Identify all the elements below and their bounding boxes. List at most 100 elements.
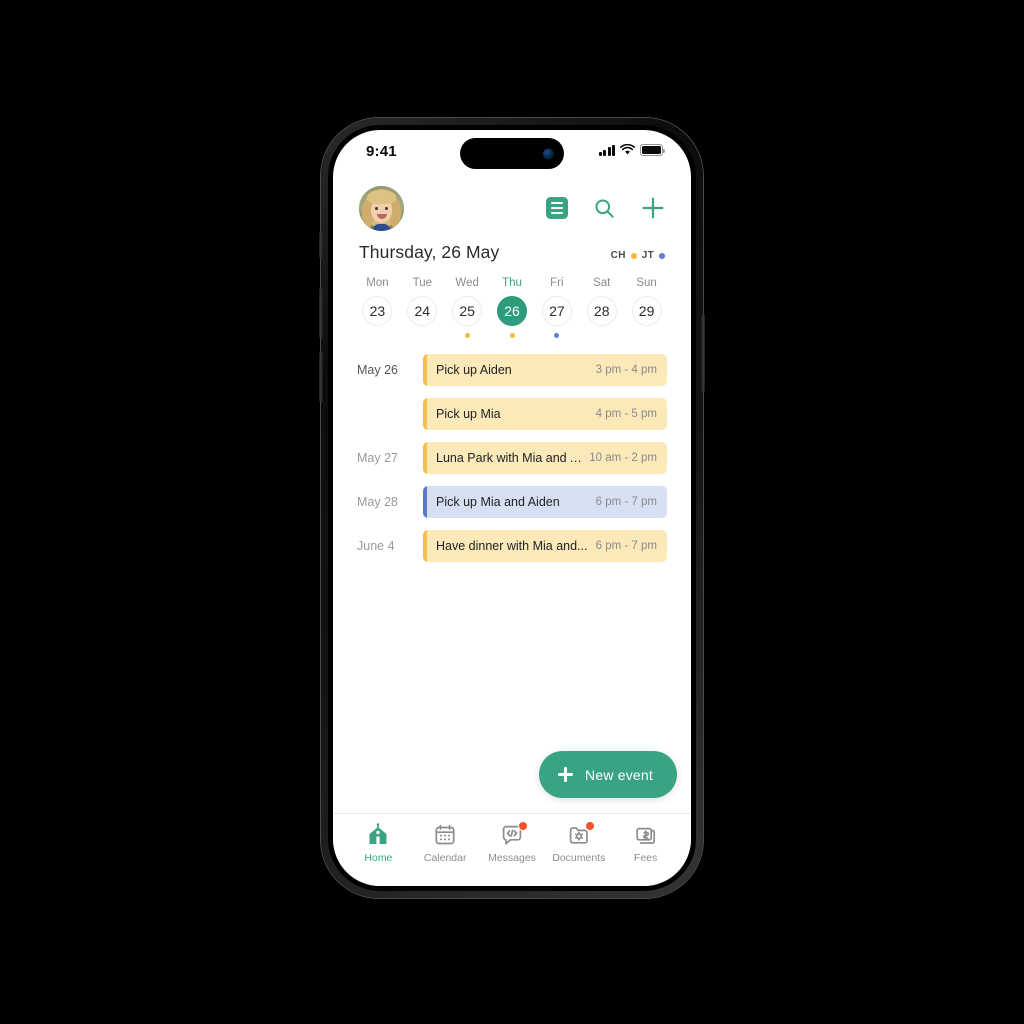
event-chip[interactable]: Pick up Aiden 3 pm - 4 pm — [423, 354, 667, 386]
calendar-icon — [432, 823, 458, 847]
nav-item-fees[interactable]: Fees — [612, 814, 679, 886]
header-actions — [546, 196, 665, 220]
event-title: Pick up Aiden — [436, 363, 512, 377]
nav-item-calendar[interactable]: Calendar — [412, 814, 479, 886]
plus-icon[interactable] — [641, 196, 665, 220]
day-number: 23 — [362, 296, 393, 326]
day-cell-sat[interactable]: Sat 28 — [579, 277, 624, 338]
home-icon — [365, 823, 391, 847]
event-chip[interactable]: Pick up Mia and Aiden 6 pm - 7 pm — [423, 486, 667, 518]
silent-switch-button[interactable] — [319, 232, 323, 258]
day-number: 24 — [407, 296, 438, 326]
event-time: 3 pm - 4 pm — [595, 364, 657, 376]
day-event-dot — [509, 333, 515, 338]
notification-badge — [584, 821, 595, 831]
event-time: 4 pm - 5 pm — [595, 408, 657, 420]
nav-item-documents[interactable]: Documents — [545, 814, 612, 886]
list-icon[interactable] — [546, 197, 568, 219]
volume-down-button[interactable] — [319, 352, 323, 402]
day-cell-wed[interactable]: Wed 25 — [445, 277, 490, 338]
nav-item-label: Home — [364, 852, 393, 864]
event-time: 6 pm - 7 pm — [595, 496, 657, 508]
event-row[interactable]: May 28 Pick up Mia and Aiden 6 pm - 7 pm — [357, 486, 667, 518]
event-row[interactable]: May 26 Pick up Aiden 3 pm - 4 pm — [357, 354, 667, 386]
event-date-label: May 28 — [357, 495, 398, 509]
day-event-dot — [599, 333, 604, 338]
event-title: Have dinner with Mia and... — [436, 539, 588, 553]
day-event-dot — [375, 333, 380, 338]
new-event-label: New event — [585, 766, 653, 783]
day-number: 27 — [541, 296, 572, 326]
new-event-button[interactable]: New event — [539, 751, 677, 798]
dynamic-island — [460, 138, 564, 169]
message-code-icon — [499, 821, 528, 847]
search-icon[interactable] — [593, 197, 616, 220]
day-cell-thu[interactable]: Thu 26 — [490, 277, 535, 338]
legend-dot-jt — [659, 252, 665, 259]
phone-screen: 9:41 Thursday, 26 May CH JT Mon 23 Tue 2… — [333, 130, 691, 886]
power-button[interactable] — [701, 314, 705, 392]
event-row[interactable]: May 27 Luna Park with Mia and Ai... 10 am … — [357, 442, 667, 474]
date-header-row: Thursday, 26 May CH JT — [333, 234, 691, 263]
day-name-label: Tue — [412, 277, 432, 289]
phone-device-frame: 9:41 Thursday, 26 May CH JT Mon 23 Tue 2… — [319, 118, 705, 898]
day-event-dot — [644, 333, 649, 338]
app-header — [333, 176, 691, 234]
people-legend: CH JT — [611, 250, 665, 261]
nav-item-label: Fees — [633, 852, 658, 864]
plus-icon — [558, 767, 574, 782]
event-time: 10 am - 2 pm — [589, 452, 657, 464]
event-chip[interactable]: Pick up Mia 4 pm - 5 pm — [423, 398, 667, 430]
nav-item-home[interactable]: Home — [345, 814, 412, 886]
status-bar-time: 9:41 — [366, 143, 397, 160]
day-event-dot — [464, 333, 470, 338]
avatar[interactable] — [359, 185, 404, 231]
event-title: Pick up Mia and Aiden — [436, 495, 560, 509]
page-title: Thursday, 26 May — [359, 242, 500, 262]
event-chip[interactable]: Luna Park with Mia and Ai... 10 am - 2 pm — [423, 442, 667, 474]
event-chip[interactable]: Have dinner with Mia and... 6 pm - 7 pm — [423, 530, 667, 562]
nav-item-label: Calendar — [423, 852, 467, 864]
event-date-label: June 4 — [357, 539, 395, 553]
day-name-label: Wed — [455, 277, 479, 289]
day-cell-fri[interactable]: Fri 27 — [534, 277, 579, 338]
event-row[interactable]: June 4 Have dinner with Mia and... 6 pm - … — [357, 530, 667, 562]
legend-initials-jt: JT — [641, 250, 654, 261]
day-event-dot — [554, 333, 560, 338]
nav-item-label: Messages — [488, 852, 536, 864]
money-stack-icon — [633, 823, 659, 847]
battery-full-icon — [640, 144, 665, 156]
status-bar: 9:41 — [333, 130, 691, 176]
bottom-navigation-bar: Home Calendar Messages Documents Fees — [333, 813, 691, 886]
day-name-label: Sun — [636, 277, 657, 289]
week-day-strip: Mon 23 Tue 24 Wed 25 Thu 26 Fri 27 Sat 28 Sun 29 — [333, 263, 691, 338]
folder-settings-icon — [566, 821, 595, 847]
day-cell-mon[interactable]: Mon 23 — [355, 277, 400, 338]
event-time: 6 pm - 7 pm — [595, 540, 657, 552]
legend-initials-ch: CH — [610, 250, 626, 261]
day-cell-tue[interactable]: Tue 24 — [400, 277, 445, 338]
legend-dot-ch — [630, 252, 637, 259]
day-number: 29 — [631, 296, 662, 326]
day-number: 26 — [497, 296, 527, 326]
front-camera-icon — [543, 148, 554, 159]
day-name-label: Fri — [550, 277, 564, 289]
day-cell-sun[interactable]: Sun 29 — [624, 277, 669, 338]
event-title: Pick up Mia — [436, 407, 501, 421]
status-bar-indicators — [598, 144, 665, 156]
day-name-label: Mon — [366, 277, 389, 289]
volume-up-button[interactable] — [319, 288, 323, 338]
day-name-label: Sat — [593, 277, 611, 289]
nav-item-label: Documents — [552, 852, 606, 864]
cellular-bars-icon — [598, 144, 615, 156]
day-number: 25 — [452, 296, 483, 326]
day-name-label: Thu — [502, 277, 522, 289]
event-date-label: May 26 — [357, 363, 398, 377]
day-number: 28 — [586, 296, 617, 326]
event-row[interactable]: Pick up Mia 4 pm - 5 pm — [357, 398, 667, 430]
event-date-label: May 27 — [357, 451, 398, 465]
nav-item-messages[interactable]: Messages — [479, 814, 546, 886]
notification-badge — [517, 821, 528, 831]
wifi-icon — [620, 144, 635, 155]
day-event-dot — [420, 333, 425, 338]
